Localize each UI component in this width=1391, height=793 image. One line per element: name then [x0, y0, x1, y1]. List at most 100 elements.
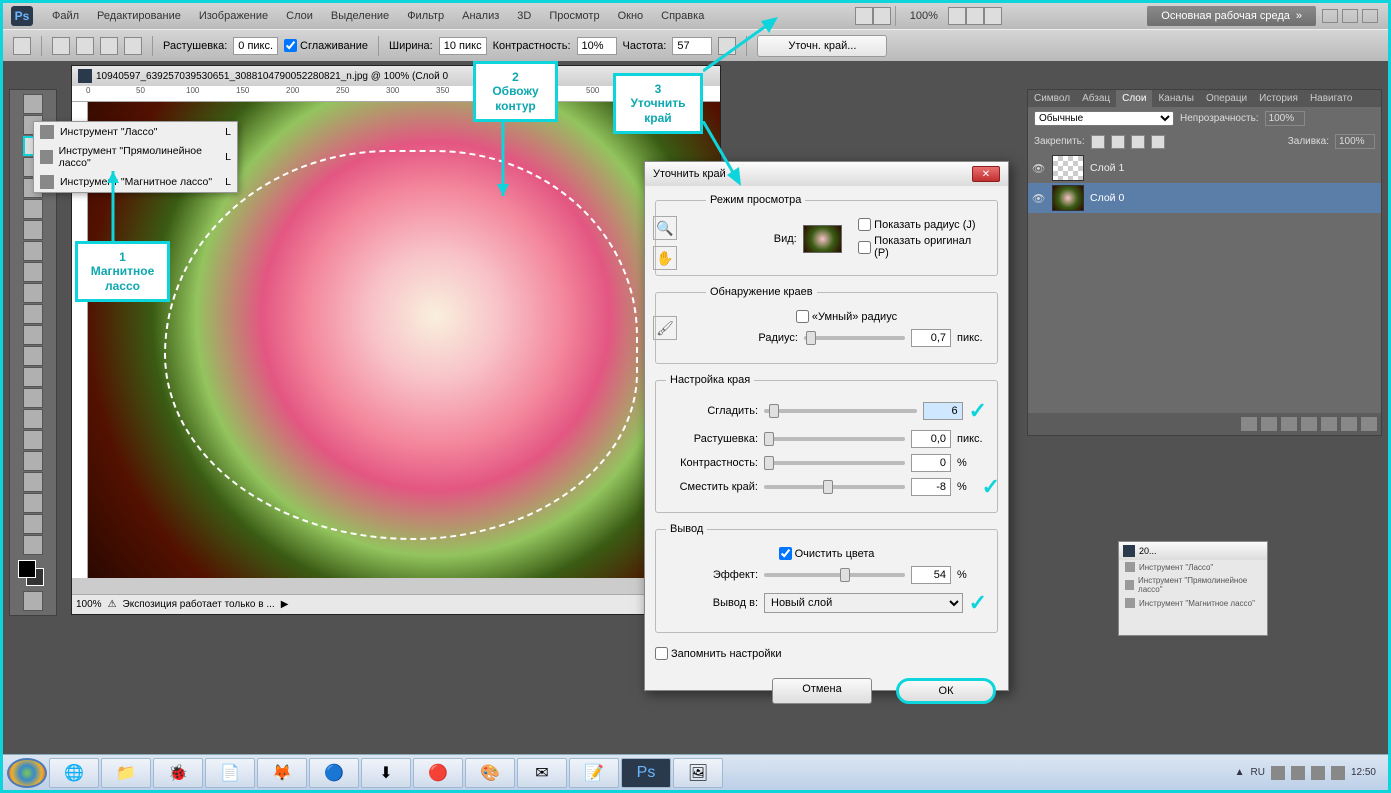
- new-layer-icon[interactable]: [1341, 417, 1357, 431]
- screen-mode-icon[interactable]: [984, 7, 1002, 25]
- history-brush-tool-icon[interactable]: [23, 283, 43, 303]
- status-arrow-icon[interactable]: ▶: [281, 599, 289, 610]
- taskbar-item[interactable]: 🖼: [673, 758, 723, 788]
- amount-slider[interactable]: [764, 573, 905, 577]
- layer-mask-icon[interactable]: [1281, 417, 1297, 431]
- minimize-icon[interactable]: [1322, 9, 1338, 23]
- taskbar-item[interactable]: 🎨: [465, 758, 515, 788]
- selection-new-icon[interactable]: [52, 37, 70, 55]
- 3d-tool-icon[interactable]: [23, 472, 43, 492]
- language-indicator[interactable]: RU: [1251, 767, 1265, 778]
- contrast-slider[interactable]: [764, 461, 905, 465]
- dodge-tool-icon[interactable]: [23, 367, 43, 387]
- adjustment-layer-icon[interactable]: [1301, 417, 1317, 431]
- layer-thumbnail[interactable]: [1052, 155, 1084, 181]
- lock-pixels-icon[interactable]: [1111, 135, 1125, 149]
- fx-icon[interactable]: [1261, 417, 1277, 431]
- selection-add-icon[interactable]: [76, 37, 94, 55]
- selection-subtract-icon[interactable]: [100, 37, 118, 55]
- layer-name[interactable]: Слой 1: [1090, 162, 1124, 174]
- delete-layer-icon[interactable]: [1361, 417, 1377, 431]
- path-select-tool-icon[interactable]: [23, 430, 43, 450]
- menu-help[interactable]: Справка: [652, 6, 713, 26]
- tray-volume-icon[interactable]: [1311, 766, 1325, 780]
- taskbar-item[interactable]: ⬇: [361, 758, 411, 788]
- magnetic-lasso-tool-item[interactable]: Инструмент "Магнитное лассо" L: [34, 172, 237, 192]
- tab-actions[interactable]: Операци: [1200, 90, 1253, 107]
- taskbar-item[interactable]: 🔴: [413, 758, 463, 788]
- shift-value[interactable]: -8: [911, 478, 951, 496]
- color-swatches[interactable]: [18, 560, 48, 590]
- group-icon[interactable]: [1321, 417, 1337, 431]
- taskbar-item[interactable]: 🐞: [153, 758, 203, 788]
- fill-field[interactable]: 100%: [1335, 134, 1375, 149]
- tray-chevron-icon[interactable]: ▲: [1235, 767, 1245, 778]
- menu-3d[interactable]: 3D: [508, 6, 540, 26]
- tab-navigator[interactable]: Навигато: [1304, 90, 1358, 107]
- selection-intersect-icon[interactable]: [124, 37, 142, 55]
- taskbar-item[interactable]: 📁: [101, 758, 151, 788]
- poly-lasso-tool-item[interactable]: Инструмент "Прямолинейное лассо" L: [34, 142, 237, 172]
- radius-value[interactable]: 0,7: [911, 329, 951, 347]
- width-field[interactable]: 10 пикс: [439, 37, 487, 55]
- launch-bridge-icon[interactable]: [855, 7, 873, 25]
- menu-edit[interactable]: Редактирование: [88, 6, 190, 26]
- view-extras-icon[interactable]: [948, 7, 966, 25]
- view-thumbnail[interactable]: [803, 225, 842, 253]
- menu-view[interactable]: Просмотр: [540, 6, 608, 26]
- tool-preset-icon[interactable]: [13, 37, 31, 55]
- blend-mode-select[interactable]: Обычные: [1034, 111, 1174, 126]
- frequency-field[interactable]: 57: [672, 37, 712, 55]
- zoom-tool-icon[interactable]: [23, 535, 43, 555]
- layer-thumbnail[interactable]: [1052, 185, 1084, 211]
- refine-edge-button[interactable]: Уточн. край...: [757, 35, 887, 57]
- close-icon[interactable]: [1362, 9, 1378, 23]
- menu-select[interactable]: Выделение: [322, 6, 398, 26]
- taskbar-item[interactable]: 🦊: [257, 758, 307, 788]
- hand-tool-icon[interactable]: ✋: [653, 246, 677, 270]
- lock-position-icon[interactable]: [1131, 135, 1145, 149]
- start-button-icon[interactable]: [7, 758, 47, 788]
- type-tool-icon[interactable]: [23, 409, 43, 429]
- tab-character[interactable]: Символ: [1028, 90, 1076, 107]
- arrange-docs-icon[interactable]: [966, 7, 984, 25]
- link-layers-icon[interactable]: [1241, 417, 1257, 431]
- ok-button[interactable]: ОК: [896, 678, 996, 704]
- layer-name[interactable]: Слой 0: [1090, 192, 1124, 204]
- zoom-tool-icon[interactable]: 🔍: [653, 216, 677, 240]
- workspace-switcher[interactable]: Основная рабочая среда »: [1147, 6, 1316, 26]
- taskbar-item[interactable]: 📄: [205, 758, 255, 788]
- mini-maximize-icon[interactable]: [1237, 546, 1249, 556]
- show-original-checkbox[interactable]: Показать оригинал (P): [858, 235, 987, 259]
- brush-tool-icon[interactable]: [23, 241, 43, 261]
- taskbar-item[interactable]: Ps: [621, 758, 671, 788]
- smart-radius-checkbox[interactable]: «Умный» радиус: [796, 310, 897, 323]
- menu-image[interactable]: Изображение: [190, 6, 277, 26]
- taskbar-item[interactable]: 📝: [569, 758, 619, 788]
- shape-tool-icon[interactable]: [23, 451, 43, 471]
- hand-tool-icon[interactable]: [23, 514, 43, 534]
- contrast-value[interactable]: 0: [911, 454, 951, 472]
- lock-all-icon[interactable]: [1151, 135, 1165, 149]
- lasso-tool-item[interactable]: Инструмент "Лассо" L: [34, 122, 237, 142]
- taskbar-item[interactable]: 🔵: [309, 758, 359, 788]
- taskbar-item[interactable]: ✉: [517, 758, 567, 788]
- menu-window[interactable]: Окно: [609, 6, 653, 26]
- decontaminate-checkbox[interactable]: Очистить цвета: [779, 547, 875, 560]
- doc-zoom-field[interactable]: 100%: [76, 599, 102, 610]
- horizontal-scrollbar[interactable]: [72, 578, 720, 594]
- clock[interactable]: 12:50: [1351, 767, 1376, 778]
- radius-slider[interactable]: [804, 336, 905, 340]
- layer-row[interactable]: 👁 Слой 0: [1028, 183, 1381, 213]
- pen-tool-icon[interactable]: [23, 388, 43, 408]
- feather-slider[interactable]: [764, 437, 905, 441]
- mini-minimize-icon[interactable]: [1223, 546, 1235, 556]
- launch-mb-icon[interactable]: [873, 7, 891, 25]
- tray-action-icon[interactable]: [1331, 766, 1345, 780]
- smooth-value[interactable]: 6: [923, 402, 963, 420]
- layer-row[interactable]: 👁 Слой 1: [1028, 153, 1381, 183]
- foreground-color-swatch[interactable]: [18, 560, 36, 578]
- menu-file[interactable]: Файл: [43, 6, 88, 26]
- smooth-slider[interactable]: [764, 409, 917, 413]
- feather-field[interactable]: 0 пикс.: [233, 37, 278, 55]
